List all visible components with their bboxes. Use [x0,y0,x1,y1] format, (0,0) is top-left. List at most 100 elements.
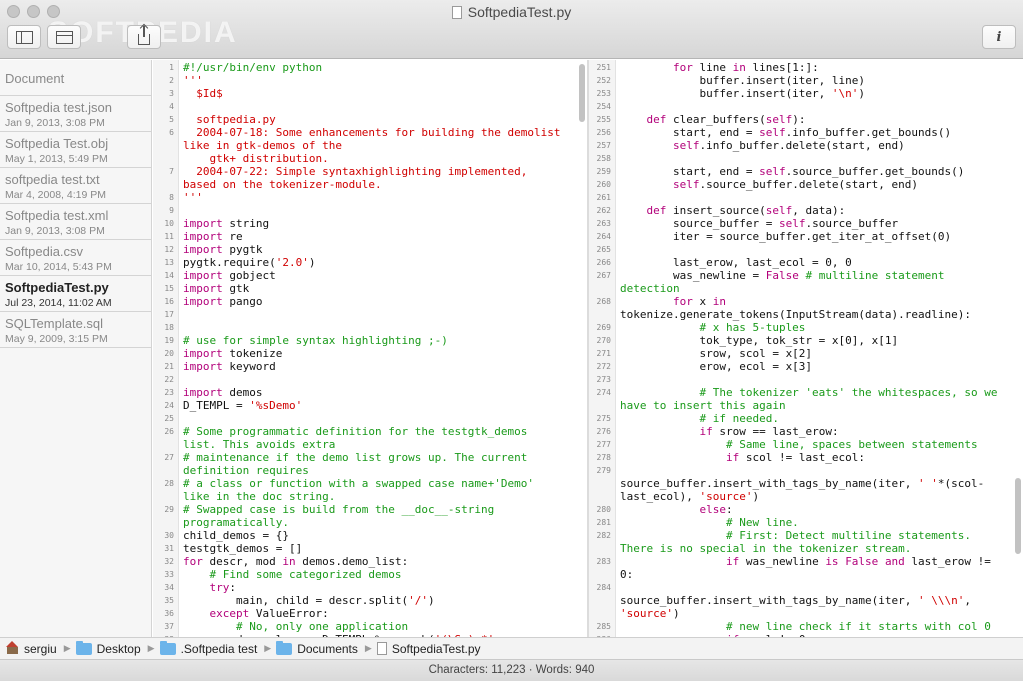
code-line[interactable]: tok_type, tok_str = x[0], x[1] [620,334,898,347]
editor-pane-left[interactable]: 1 #!/usr/bin/env python 2 ''' 3 $Id$ 4 5 softp… [153,60,587,637]
code-line[interactable]: 2004-07-22: Simple syntaxhighlighting im… [183,165,527,178]
code-line[interactable]: erow, ecol = x[3] [620,360,812,373]
code-line[interactable]: # use for simple syntax highlighting ;-) [183,334,448,347]
document-list-item[interactable]: SQLTemplate.sql May 9, 2009, 3:15 PM [0,312,151,348]
code-line[interactable]: import tokenize [183,347,282,360]
path-component[interactable]: Documents [276,640,358,656]
code-line[interactable]: There is no special in the tokenizer str… [620,542,911,555]
code-line[interactable]: import gobject [183,269,276,282]
code-line[interactable]: detection [620,282,680,295]
code-line[interactable]: based on the tokenizer-module. [183,178,382,191]
code-line[interactable]: # The tokenizer 'eats' the whitespaces, … [620,386,997,399]
code-line[interactable]: # Find some categorized demos [183,568,401,581]
path-component-label: sergiu [24,641,57,656]
path-component[interactable]: SoftpediaTest.py [376,642,481,656]
code-line[interactable]: was_newline = False # multiline statemen… [620,269,945,282]
code-line[interactable]: import gtk [183,282,249,295]
code-line[interactable]: # a class or function with a swapped cas… [183,477,534,490]
code-line[interactable]: srow, scol = x[2] [620,347,812,360]
code-line[interactable]: ''' [183,74,203,87]
code-line[interactable]: # No, only one application [183,620,408,633]
code-line[interactable]: programatically. [183,516,289,529]
document-list-item[interactable]: softpedia test.txt Mar 4, 2008, 4:19 PM [0,168,151,204]
vertical-scrollbar[interactable] [1015,478,1021,554]
code-line[interactable]: try: [183,581,237,594]
code-line[interactable]: # New line. [620,516,799,529]
code-line[interactable]: def clear_buffers(self): [620,113,806,126]
code-line[interactable]: source_buffer = self.source_buffer [620,217,898,230]
code-line[interactable]: if srow == last_erow: [620,425,838,438]
code-line[interactable]: buffer.insert(iter, line) [620,74,865,87]
code-line[interactable]: 0: [620,568,633,581]
code-line[interactable]: # maintenance if the demo list grows up.… [183,451,527,464]
code-line[interactable]: for line in lines[1:]: [620,61,819,74]
document-list-item[interactable]: Softpedia test.xml Jan 9, 2013, 3:08 PM [0,204,151,240]
code-line[interactable]: like in the doc string. [183,490,335,503]
code-line[interactable]: gtk+ distribution. [183,152,328,165]
code-line[interactable]: main, child = descr.split('/') [183,594,435,607]
path-component[interactable]: sergiu [6,641,57,656]
editor-pane-right[interactable]: 251 for line in lines[1:]: 252 buffer.ins… [589,60,1023,637]
code-line[interactable]: if was_newline is False and last_erow != [620,555,991,568]
code-line[interactable]: # new line check if it starts with col 0 [620,620,991,633]
code-line[interactable]: source_buffer.insert_with_tags_by_name(i… [620,477,984,490]
code-line[interactable]: 'source') [620,607,680,620]
code-line[interactable]: import demos [183,386,263,399]
code-line[interactable]: # Same line, spaces between statements [620,438,978,451]
code-line[interactable]: iter = source_buffer.get_iter_at_offset(… [620,230,951,243]
code-line[interactable]: list. This avoids extra [183,438,335,451]
code-line[interactable]: import re [183,230,243,243]
code-line[interactable]: $Id$ [183,87,223,100]
code-line[interactable]: import pygtk [183,243,263,256]
code-line[interactable]: have to insert this again [620,399,786,412]
code-line[interactable]: definition requires [183,464,309,477]
code-line[interactable]: ''' [183,191,203,204]
file-icon [376,642,387,655]
code-line[interactable]: 2004-07-18: Some enhancements for buildi… [183,126,560,139]
document-list-item[interactable]: SoftpediaTest.py Jul 23, 2014, 11:02 AM [0,276,151,312]
document-list-item[interactable]: Softpedia Test.obj May 1, 2013, 5:49 PM [0,132,151,168]
code-line[interactable]: except ValueError: [183,607,329,620]
vertical-scrollbar[interactable] [579,64,585,122]
code-line[interactable]: import keyword [183,360,276,373]
code-line[interactable]: def insert_source(self, data): [620,204,846,217]
path-component[interactable]: Desktop [75,640,141,656]
code-line[interactable]: # x has 5-tuples [620,321,805,334]
code-line[interactable]: self.source_buffer.delete(start, end) [620,178,918,191]
code-line[interactable]: last_erow, last_ecol = 0, 0 [620,256,852,269]
code-line[interactable]: start, end = self.source_buffer.get_boun… [620,165,964,178]
code-line[interactable]: source_buffer.insert_with_tags_by_name(i… [620,594,971,607]
code-line[interactable]: # Swapped case is build from the __doc__… [183,503,494,516]
code-line[interactable]: self.info_buffer.delete(start, end) [620,139,905,152]
info-button[interactable]: i [982,25,1016,49]
code-line[interactable]: if scol != last_ecol: [620,451,865,464]
code-line[interactable]: tokenize.generate_tokens(InputStream(dat… [620,308,971,321]
code-line[interactable]: pygtk.require('2.0') [183,256,315,269]
line-number: 23 [164,388,174,397]
code-line[interactable]: last_ecol), 'source') [620,490,759,503]
code-line[interactable]: import pango [183,295,263,308]
code-line[interactable]: for x in [620,295,726,308]
toggle-sidebar-button[interactable] [7,25,41,49]
code-line[interactable]: # Some programmatic definition for the t… [183,425,527,438]
code-line[interactable]: testgtk_demos = [] [183,542,302,555]
code-line[interactable]: start, end = self.info_buffer.get_bounds… [620,126,951,139]
document-date: May 9, 2009, 3:15 PM [5,333,108,345]
share-button[interactable] [127,25,161,49]
code-line[interactable]: child_demos = {} [183,529,289,542]
code-line[interactable]: softpedia.py [183,113,275,126]
code-line[interactable]: # First: Detect multiline statements. [620,529,971,542]
document-list-item[interactable]: Softpedia test.json Jan 9, 2013, 3:08 PM [0,96,151,132]
path-component[interactable]: .Softpedia test [159,640,257,656]
code-line[interactable]: # if needed. [620,412,778,425]
code-line[interactable]: import string [183,217,269,230]
code-line[interactable]: else: [620,503,732,516]
chevron-right-icon: ▶ [364,643,372,653]
code-line[interactable]: for descr, mod in demos.demo_list: [183,555,408,568]
code-line[interactable]: D_TEMPL = '%sDemo' [183,399,302,412]
toggle-toolbar-button[interactable] [47,25,81,49]
code-line[interactable]: like in gtk-demos of the [183,139,342,152]
document-list-item[interactable]: Softpedia.csv Mar 10, 2014, 5:43 PM [0,240,151,276]
code-line[interactable]: buffer.insert(iter, '\n') [620,87,865,100]
code-line[interactable]: #!/usr/bin/env python [183,61,322,74]
